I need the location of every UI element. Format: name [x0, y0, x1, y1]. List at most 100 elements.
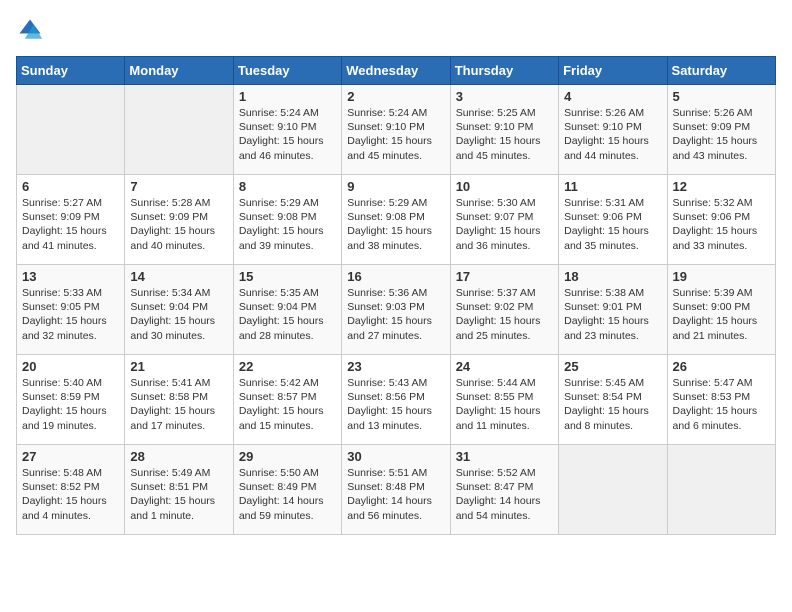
calendar-cell: [17, 85, 125, 175]
day-number: 29: [239, 449, 336, 464]
weekday-header: Thursday: [450, 57, 558, 85]
calendar-cell: 24 Sunrise: 5:44 AM Sunset: 8:55 PM Dayli…: [450, 355, 558, 445]
day-info: Sunrise: 5:48 AM Sunset: 8:52 PM Dayligh…: [22, 466, 119, 523]
calendar-body: 1 Sunrise: 5:24 AM Sunset: 9:10 PM Daylig…: [17, 85, 776, 535]
day-number: 22: [239, 359, 336, 374]
day-info: Sunrise: 5:38 AM Sunset: 9:01 PM Dayligh…: [564, 286, 661, 343]
day-number: 5: [673, 89, 770, 104]
calendar-cell: 5 Sunrise: 5:26 AM Sunset: 9:09 PM Daylig…: [667, 85, 775, 175]
day-number: 14: [130, 269, 227, 284]
day-info: Sunrise: 5:36 AM Sunset: 9:03 PM Dayligh…: [347, 286, 444, 343]
calendar-cell: 9Sunrise: 5:29 AM Sunset: 9:08 PM Daylig…: [342, 175, 450, 265]
calendar-cell: 31Sunrise: 5:52 AM Sunset: 8:47 PM Dayli…: [450, 445, 558, 535]
day-number: 2: [347, 89, 444, 104]
day-number: 27: [22, 449, 119, 464]
day-number: 7: [130, 179, 227, 194]
day-number: 3: [456, 89, 553, 104]
day-info: Sunrise: 5:34 AM Sunset: 9:04 PM Dayligh…: [130, 286, 227, 343]
day-number: 20: [22, 359, 119, 374]
calendar-cell: 14 Sunrise: 5:34 AM Sunset: 9:04 PM Dayli…: [125, 265, 233, 355]
day-info: Sunrise: 5:24 AM Sunset: 9:10 PM Dayligh…: [239, 106, 336, 163]
day-number: 8: [239, 179, 336, 194]
day-number: 1: [239, 89, 336, 104]
day-info: Sunrise: 5:43 AM Sunset: 8:56 PM Dayligh…: [347, 376, 444, 433]
day-info: Sunrise: 5:33 AM Sunset: 9:05 PM Dayligh…: [22, 286, 119, 343]
day-number: 15: [239, 269, 336, 284]
calendar-week-row: 1 Sunrise: 5:24 AM Sunset: 9:10 PM Daylig…: [17, 85, 776, 175]
calendar-cell: 27 Sunrise: 5:48 AM Sunset: 8:52 PM Dayli…: [17, 445, 125, 535]
day-info: Sunrise: 5:27 AM Sunset: 9:09 PM Dayligh…: [22, 196, 119, 253]
logo-icon: [16, 16, 44, 44]
day-info: Sunrise: 5:28 AM Sunset: 9:09 PM Dayligh…: [130, 196, 227, 253]
calendar-cell: 13 Sunrise: 5:33 AM Sunset: 9:05 PM Dayli…: [17, 265, 125, 355]
calendar-header: SundayMondayTuesdayWednesdayThursdayFrid…: [17, 57, 776, 85]
calendar-cell: 6 Sunrise: 5:27 AM Sunset: 9:09 PM Daylig…: [17, 175, 125, 265]
day-info: Sunrise: 5:50 AM Sunset: 8:49 PM Dayligh…: [239, 466, 336, 523]
day-info: Sunrise: 5:40 AM Sunset: 8:59 PM Dayligh…: [22, 376, 119, 433]
day-info: Sunrise: 5:44 AM Sunset: 8:55 PM Dayligh…: [456, 376, 553, 433]
calendar-cell: 19Sunrise: 5:39 AM Sunset: 9:00 PM Dayli…: [667, 265, 775, 355]
calendar-cell: 2 Sunrise: 5:24 AM Sunset: 9:10 PM Daylig…: [342, 85, 450, 175]
day-info: Sunrise: 5:26 AM Sunset: 9:10 PM Dayligh…: [564, 106, 661, 163]
calendar-cell: 21 Sunrise: 5:41 AM Sunset: 8:58 PM Dayli…: [125, 355, 233, 445]
calendar-week-row: 20 Sunrise: 5:40 AM Sunset: 8:59 PM Dayli…: [17, 355, 776, 445]
day-number: 26: [673, 359, 770, 374]
calendar-cell: 16 Sunrise: 5:36 AM Sunset: 9:03 PM Dayli…: [342, 265, 450, 355]
calendar-cell: 3 Sunrise: 5:25 AM Sunset: 9:10 PM Daylig…: [450, 85, 558, 175]
day-info: Sunrise: 5:35 AM Sunset: 9:04 PM Dayligh…: [239, 286, 336, 343]
calendar-cell: 7 Sunrise: 5:28 AM Sunset: 9:09 PM Daylig…: [125, 175, 233, 265]
calendar-cell: 30 Sunrise: 5:51 AM Sunset: 8:48 PM Dayli…: [342, 445, 450, 535]
calendar-cell: 22 Sunrise: 5:42 AM Sunset: 8:57 PM Dayli…: [233, 355, 341, 445]
weekday-header: Tuesday: [233, 57, 341, 85]
weekday-header: Wednesday: [342, 57, 450, 85]
day-info: Sunrise: 5:37 AM Sunset: 9:02 PM Dayligh…: [456, 286, 553, 343]
day-number: 6: [22, 179, 119, 194]
day-number: 28: [130, 449, 227, 464]
calendar-cell: 26 Sunrise: 5:47 AM Sunset: 8:53 PM Dayli…: [667, 355, 775, 445]
calendar-cell: 29 Sunrise: 5:50 AM Sunset: 8:49 PM Dayli…: [233, 445, 341, 535]
day-number: 19: [673, 269, 770, 284]
day-number: 23: [347, 359, 444, 374]
day-info: Sunrise: 5:51 AM Sunset: 8:48 PM Dayligh…: [347, 466, 444, 523]
day-number: 31: [456, 449, 553, 464]
day-number: 21: [130, 359, 227, 374]
day-info: Sunrise: 5:24 AM Sunset: 9:10 PM Dayligh…: [347, 106, 444, 163]
day-info: Sunrise: 5:26 AM Sunset: 9:09 PM Dayligh…: [673, 106, 770, 163]
logo: [16, 16, 48, 44]
weekday-header: Friday: [559, 57, 667, 85]
calendar-cell: 4Sunrise: 5:26 AM Sunset: 9:10 PM Daylig…: [559, 85, 667, 175]
weekday-header: Saturday: [667, 57, 775, 85]
calendar-cell: 10Sunrise: 5:30 AM Sunset: 9:07 PM Dayli…: [450, 175, 558, 265]
calendar-cell: 11Sunrise: 5:31 AM Sunset: 9:06 PM Dayli…: [559, 175, 667, 265]
day-info: Sunrise: 5:42 AM Sunset: 8:57 PM Dayligh…: [239, 376, 336, 433]
day-number: 18: [564, 269, 661, 284]
calendar-week-row: 13 Sunrise: 5:33 AM Sunset: 9:05 PM Dayli…: [17, 265, 776, 355]
day-number: 24: [456, 359, 553, 374]
weekday-header: Sunday: [17, 57, 125, 85]
day-info: Sunrise: 5:47 AM Sunset: 8:53 PM Dayligh…: [673, 376, 770, 433]
day-info: Sunrise: 5:32 AM Sunset: 9:06 PM Dayligh…: [673, 196, 770, 253]
page-header: [16, 16, 776, 44]
day-info: Sunrise: 5:49 AM Sunset: 8:51 PM Dayligh…: [130, 466, 227, 523]
day-number: 30: [347, 449, 444, 464]
day-info: Sunrise: 5:41 AM Sunset: 8:58 PM Dayligh…: [130, 376, 227, 433]
calendar-cell: 25Sunrise: 5:45 AM Sunset: 8:54 PM Dayli…: [559, 355, 667, 445]
day-info: Sunrise: 5:25 AM Sunset: 9:10 PM Dayligh…: [456, 106, 553, 163]
calendar-table: SundayMondayTuesdayWednesdayThursdayFrid…: [16, 56, 776, 535]
calendar-cell: [667, 445, 775, 535]
day-info: Sunrise: 5:29 AM Sunset: 9:08 PM Dayligh…: [347, 196, 444, 253]
calendar-cell: [559, 445, 667, 535]
day-info: Sunrise: 5:30 AM Sunset: 9:07 PM Dayligh…: [456, 196, 553, 253]
day-info: Sunrise: 5:31 AM Sunset: 9:06 PM Dayligh…: [564, 196, 661, 253]
day-info: Sunrise: 5:45 AM Sunset: 8:54 PM Dayligh…: [564, 376, 661, 433]
calendar-cell: 20 Sunrise: 5:40 AM Sunset: 8:59 PM Dayli…: [17, 355, 125, 445]
day-number: 13: [22, 269, 119, 284]
weekday-header: Monday: [125, 57, 233, 85]
calendar-cell: 17 Sunrise: 5:37 AM Sunset: 9:02 PM Dayli…: [450, 265, 558, 355]
calendar-cell: 15 Sunrise: 5:35 AM Sunset: 9:04 PM Dayli…: [233, 265, 341, 355]
calendar-cell: 8 Sunrise: 5:29 AM Sunset: 9:08 PM Daylig…: [233, 175, 341, 265]
day-number: 16: [347, 269, 444, 284]
day-number: 17: [456, 269, 553, 284]
day-info: Sunrise: 5:29 AM Sunset: 9:08 PM Dayligh…: [239, 196, 336, 253]
calendar-cell: 18 Sunrise: 5:38 AM Sunset: 9:01 PM Dayli…: [559, 265, 667, 355]
